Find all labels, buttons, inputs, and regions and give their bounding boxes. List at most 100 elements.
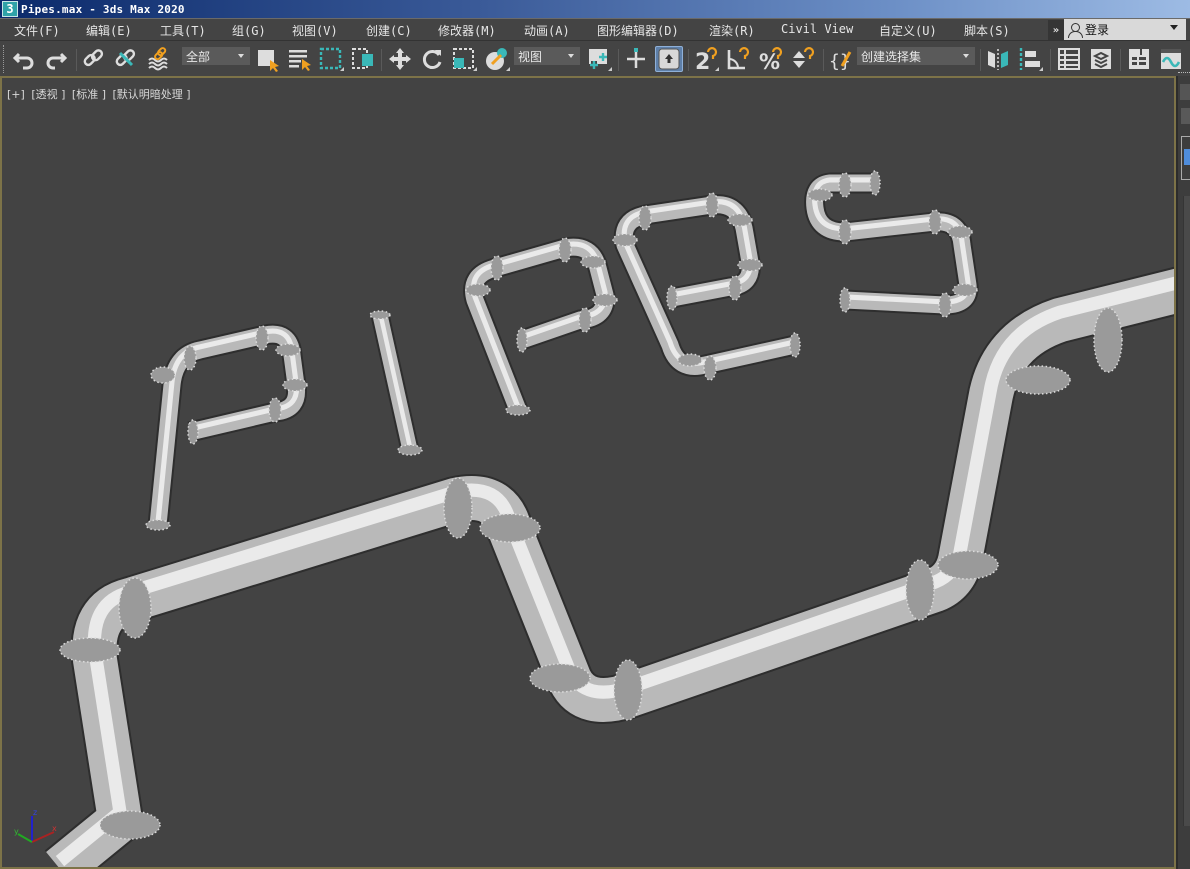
app-logo-icon[interactable]: 3 <box>2 1 18 17</box>
chevron-down-icon <box>568 54 574 58</box>
pipe-flange <box>727 213 753 227</box>
select-object-icon <box>258 50 279 72</box>
named-selection-sets-dropdown[interactable]: 创建选择集 <box>857 47 975 65</box>
spinner-snap-toggle-button[interactable] <box>789 46 817 72</box>
toolbar-grip-handle[interactable] <box>3 45 5 73</box>
menu-file[interactable]: 文件(F) <box>14 22 60 39</box>
unlink-selection-button[interactable] <box>112 46 140 72</box>
select-and-place-button[interactable] <box>483 46 511 72</box>
viewport-shading-menu[interactable]: [默认明暗处理 ] <box>113 88 191 101</box>
select-and-scale-button[interactable] <box>450 46 478 72</box>
selection-filter-value: 全部 <box>186 49 211 64</box>
align-button[interactable] <box>1016 46 1044 72</box>
curve-editor-button[interactable] <box>1157 46 1185 72</box>
panel-grip-handle[interactable] <box>1178 72 1190 75</box>
select-by-name-icon <box>289 50 311 71</box>
toggle-scene-explorer-icon <box>1058 48 1080 70</box>
pipe-flange <box>592 293 618 307</box>
redo-button[interactable] <box>42 46 70 72</box>
edit-named-selection-sets-button[interactable]: {} <box>827 46 855 72</box>
svg-text:y: y <box>14 827 19 836</box>
menu-bar: 文件(F) 编辑(E) 工具(T) 组(G) 视图(V) 创建(C) 修改器(M… <box>0 18 1190 40</box>
pipe-flange <box>255 325 269 351</box>
keyboard-shortcut-override-toggle[interactable] <box>655 46 683 72</box>
select-and-manipulate-icon <box>627 48 645 68</box>
pipe-flange <box>1093 307 1123 373</box>
menu-views[interactable]: 视图(V) <box>292 22 338 39</box>
select-and-manipulate-button[interactable] <box>622 46 650 72</box>
pipe-flange <box>807 188 833 202</box>
menu-overflow-button[interactable]: » <box>1048 20 1064 40</box>
menu-animation[interactable]: 动画(A) <box>524 22 570 39</box>
menu-tools[interactable]: 工具(T) <box>160 22 206 39</box>
toggle-scene-explorer-button[interactable] <box>1055 46 1083 72</box>
letter-s-pipe[interactable] <box>806 174 977 314</box>
select-and-rotate-button[interactable] <box>418 46 446 72</box>
pipe-flange <box>59 637 121 663</box>
chevron-down-icon <box>238 54 244 58</box>
spinner-snap-toggle-icon <box>793 47 815 68</box>
percent-snap-toggle-button[interactable]: % <box>757 46 785 72</box>
angle-snap-toggle-button[interactable] <box>724 46 752 72</box>
menu-edit[interactable]: 编辑(E) <box>86 22 132 39</box>
pipe-flange <box>613 659 643 721</box>
menu-customize[interactable]: 自定义(U) <box>879 22 937 39</box>
pipe-flange <box>490 255 504 281</box>
reference-coordinate-system-dropdown[interactable]: 视图 <box>514 47 580 65</box>
curve-editor-icon <box>1161 49 1181 69</box>
pipe-flange <box>479 513 541 543</box>
command-panel-list[interactable] <box>1181 136 1190 180</box>
window-crossing-icon <box>352 48 373 69</box>
select-and-link-button[interactable] <box>80 46 108 72</box>
menu-scripting[interactable]: 脚本(S) <box>964 22 1010 39</box>
use-pivot-point-center-button[interactable] <box>585 46 613 72</box>
menu-rendering[interactable]: 渲染(R) <box>709 22 755 39</box>
toolbar-separator <box>76 49 77 71</box>
bind-to-space-warp-button[interactable] <box>145 46 173 72</box>
toggle-ribbon-icon <box>1129 49 1149 69</box>
toggle-ribbon-button[interactable] <box>1125 46 1153 72</box>
menu-graph-editors[interactable]: 图形编辑器(D) <box>597 22 679 39</box>
menu-create[interactable]: 创建(C) <box>366 22 412 39</box>
pipe-flange <box>516 327 528 353</box>
select-and-move-icon <box>389 48 411 70</box>
svg-text:%: % <box>759 50 780 72</box>
window-crossing-button[interactable] <box>349 46 377 72</box>
pipe-flange <box>869 170 881 196</box>
pipe-flange <box>183 345 197 371</box>
select-object-button[interactable] <box>254 46 282 72</box>
toggle-layer-explorer-icon <box>1091 49 1111 69</box>
menu-group[interactable]: 组(G) <box>232 22 266 39</box>
viewport-general-menu[interactable]: [+] <box>7 88 25 101</box>
unlink-selection-icon <box>115 49 136 67</box>
viewport-point-of-view-menu[interactable]: [透视 ] <box>31 88 65 101</box>
viewport-label-menu: [+] [透视 ] [标准 ] [默认明暗处理 ] <box>7 86 194 102</box>
rectangular-selection-region-button[interactable] <box>317 46 345 72</box>
select-and-rotate-icon <box>422 50 442 69</box>
pipe-flange <box>268 397 282 423</box>
select-by-name-button[interactable] <box>286 46 314 72</box>
command-panel-tab[interactable] <box>1180 84 1190 100</box>
pipe-flange <box>558 237 572 263</box>
pipe-flange <box>275 343 301 357</box>
selected-list-item[interactable] <box>1184 149 1190 165</box>
snaps-toggle-button[interactable]: 2 <box>692 46 720 72</box>
menu-modifiers[interactable]: 修改器(M) <box>438 22 496 39</box>
selection-filter-dropdown[interactable]: 全部 <box>182 47 250 65</box>
angle-snap-toggle-icon <box>727 47 750 70</box>
viewport-standard-menu[interactable]: [标准 ] <box>72 88 106 101</box>
pipe-flange <box>666 285 678 311</box>
reference-coordinate-value: 视图 <box>518 49 543 64</box>
select-and-move-button[interactable] <box>386 46 414 72</box>
pipe-flange <box>638 205 652 231</box>
mirror-button[interactable] <box>984 46 1012 72</box>
toggle-layer-explorer-button[interactable] <box>1087 46 1115 72</box>
letter-i-pipe-highlight <box>377 311 413 448</box>
select-and-link-icon <box>83 49 104 67</box>
perspective-viewport[interactable]: [+] [透视 ] [标准 ] [默认明暗处理 ] z x y <box>0 76 1176 869</box>
command-panel[interactable] <box>1176 72 1190 869</box>
menu-civil-view[interactable]: Civil View <box>781 22 853 36</box>
login-dropdown[interactable]: 登录 <box>1064 19 1186 40</box>
command-panel-dropdown[interactable] <box>1181 108 1190 124</box>
undo-button[interactable] <box>10 46 38 72</box>
